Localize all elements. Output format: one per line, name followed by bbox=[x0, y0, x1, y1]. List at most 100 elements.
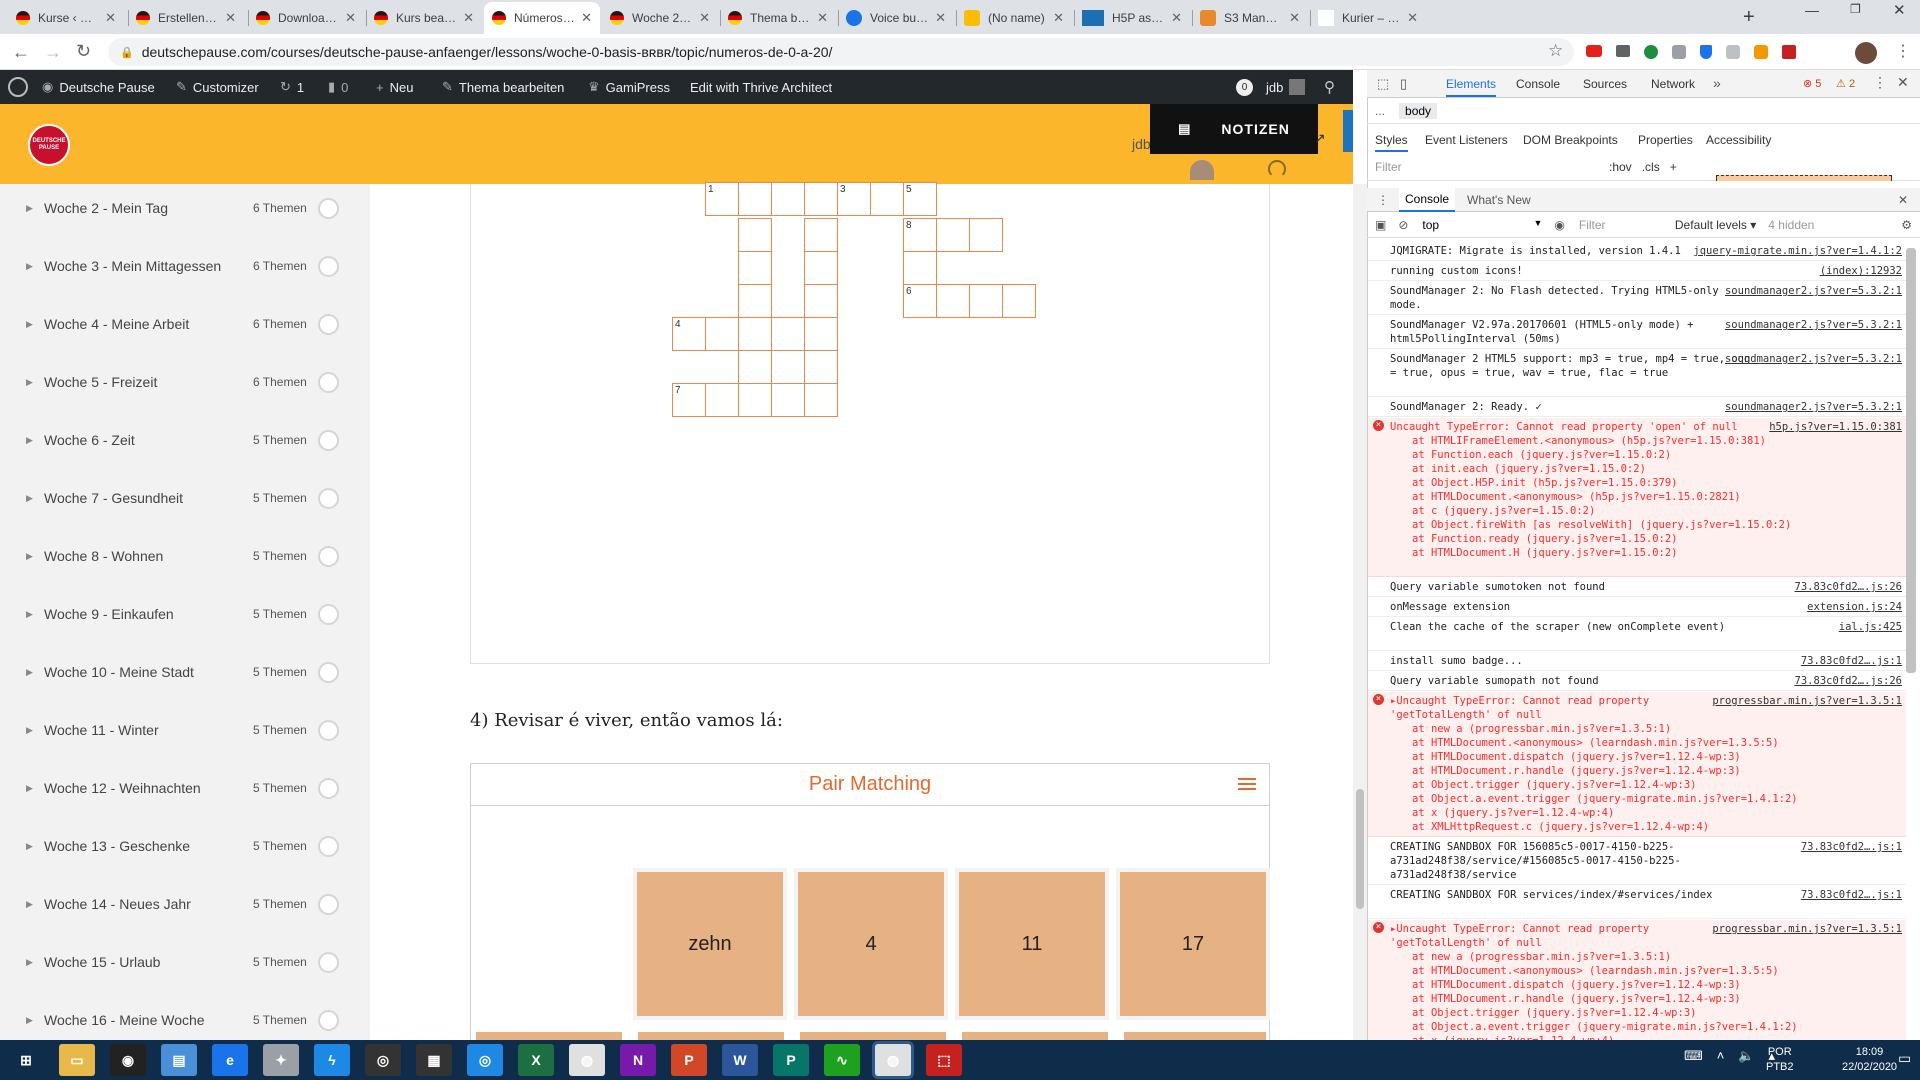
browser-tab[interactable]: Woche 2 – Me ✕ bbox=[602, 2, 718, 34]
page-scrollbar[interactable] bbox=[1353, 184, 1367, 1040]
monitor-ext-icon[interactable] bbox=[1616, 45, 1630, 57]
word-icon[interactable]: W bbox=[722, 1044, 758, 1076]
tab-close-icon[interactable]: ✕ bbox=[105, 10, 116, 26]
log-source-link[interactable]: ial.js:425 bbox=[1833, 620, 1902, 634]
tab-close-icon[interactable]: ✕ bbox=[463, 10, 474, 26]
stack-frame[interactable]: at XMLHttpRequest.c (jquery.js?ver=1.12.… bbox=[1390, 820, 1902, 834]
profile-avatar[interactable] bbox=[1855, 42, 1877, 64]
expand-arrow-icon[interactable]: ▶ bbox=[26, 841, 33, 852]
close-window-button[interactable]: ✕ bbox=[1893, 1, 1906, 19]
expand-arrow-icon[interactable]: ▶ bbox=[26, 319, 33, 330]
match-card[interactable]: 17 bbox=[1120, 872, 1266, 1016]
crossword-cell[interactable] bbox=[738, 251, 772, 285]
forward-icon[interactable]: → bbox=[44, 42, 62, 63]
crossword-cell[interactable] bbox=[738, 218, 772, 252]
expand-arrow-icon[interactable]: ▶ bbox=[26, 957, 33, 968]
log-source-link[interactable]: soundmanager2.js?ver=5.3.2:1 bbox=[1719, 318, 1902, 332]
log-source-link[interactable]: progressbar.min.js?ver=1.3.5:1 bbox=[1706, 922, 1902, 936]
log-source-link[interactable]: 73.83c0fd2….js:1 bbox=[1795, 840, 1902, 854]
tab-close-icon[interactable]: ✕ bbox=[817, 10, 828, 26]
browser-tab[interactable]: Thema bearbe ✕ bbox=[720, 2, 836, 34]
devtools-tab-network[interactable]: Network bbox=[1651, 77, 1695, 91]
console-log-entry[interactable]: Query variable sumotoken not found 73.83c… bbox=[1368, 578, 1906, 597]
stack-frame[interactable]: at HTMLDocument.r.handle (jquery.js?ver=… bbox=[1390, 764, 1902, 778]
crossword-cell[interactable] bbox=[936, 284, 970, 318]
notes-button[interactable]: ▤ NOTIZEN bbox=[1150, 104, 1318, 154]
stack-frame[interactable]: at Object.a.event.trigger (jquery-migrat… bbox=[1390, 792, 1902, 806]
disc-icon[interactable]: ◎ bbox=[467, 1044, 503, 1076]
tab-close-icon[interactable]: ✕ bbox=[1053, 10, 1064, 26]
page-scrollbar-thumb[interactable] bbox=[1356, 789, 1364, 909]
crossword-cell[interactable] bbox=[969, 218, 1003, 252]
browser-tab[interactable]: S3 Manageme ✕ bbox=[1192, 2, 1308, 34]
crossword-cell[interactable] bbox=[804, 284, 838, 318]
tab-close-icon[interactable]: ✕ bbox=[1289, 10, 1300, 26]
drawer-tab-console[interactable]: Console bbox=[1399, 187, 1456, 212]
crossword-cell[interactable] bbox=[738, 383, 772, 417]
windows-icon[interactable]: ⊞ bbox=[8, 1044, 44, 1076]
log-source-link[interactable]: 73.83c0fd2….js:1 bbox=[1795, 888, 1902, 902]
stack-frame[interactable]: at HTMLDocument.<anonymous> (learndash.m… bbox=[1390, 736, 1902, 750]
crossword-cell[interactable]: 7 bbox=[672, 383, 706, 417]
publisher-icon[interactable]: P bbox=[773, 1044, 809, 1076]
inspect-icon[interactable]: ⬚ bbox=[1377, 76, 1389, 92]
expand-arrow-icon[interactable]: ▶ bbox=[26, 261, 33, 272]
stack-frame[interactable]: at HTMLDocument.<anonymous> (h5p.js?ver=… bbox=[1390, 490, 1902, 504]
sidebar-item[interactable]: ▶ Woche 3 - Mein Mittagessen 6 Themen bbox=[0, 237, 370, 295]
chrome-active-icon[interactable]: ◍ bbox=[875, 1044, 911, 1076]
console-settings-icon[interactable]: ⚙ bbox=[1901, 218, 1912, 232]
expand-arrow-icon[interactable]: ▶ bbox=[26, 435, 33, 446]
stack-frame[interactable]: at init.each (jquery.js?ver=1.15.0:2) bbox=[1390, 462, 1902, 476]
wordpress-logo-icon[interactable] bbox=[8, 70, 28, 104]
stack-frame[interactable]: at new a (progressbar.min.js?ver=1.3.5:1… bbox=[1390, 950, 1902, 964]
clear-console-icon[interactable]: ⊘ bbox=[1398, 218, 1408, 232]
media-icon[interactable]: ◉ bbox=[110, 1044, 146, 1076]
crossword-cell[interactable] bbox=[1002, 284, 1036, 318]
error-count[interactable]: ⊗ 5 bbox=[1803, 77, 1821, 90]
browser-tab[interactable]: (No name) ✕ bbox=[956, 2, 1072, 34]
browser-tab[interactable]: Voice buddy ✕ bbox=[838, 2, 954, 34]
stack-frame[interactable]: at HTMLDocument.dispatch (jquery.js?ver=… bbox=[1390, 750, 1902, 764]
edge-icon[interactable]: e bbox=[212, 1044, 248, 1076]
sidebar-item[interactable]: ▶ Woche 5 - Freizeit 6 Themen bbox=[0, 353, 370, 411]
hamburger-menu-icon[interactable] bbox=[1238, 778, 1256, 790]
expand-arrow-icon[interactable]: ▶ bbox=[26, 667, 33, 678]
wp-customizer-link[interactable]: ✎ Customizer bbox=[176, 70, 259, 104]
device-toolbar-icon[interactable]: ▯ bbox=[1400, 76, 1407, 92]
devtools-tab-sources[interactable]: Sources bbox=[1583, 77, 1627, 91]
clock[interactable]: 18:09 22/02/2020 bbox=[1842, 1045, 1897, 1075]
crossword-cell[interactable] bbox=[771, 182, 805, 216]
grey-ext-icon[interactable] bbox=[1672, 45, 1686, 59]
wp-site-link[interactable]: ◉ Deutsche Pause bbox=[42, 70, 155, 104]
console-log-entry[interactable]: Clean the cache of the scraper (new onCo… bbox=[1368, 618, 1906, 651]
expand-arrow-icon[interactable]: ▶ bbox=[26, 551, 33, 562]
devtools-close-icon[interactable]: ✕ bbox=[1897, 74, 1909, 91]
sidebar-toggle-icon[interactable]: ▣ bbox=[1375, 218, 1386, 232]
console-log-entry[interactable]: SoundManager 2 HTML5 support: mp3 = true… bbox=[1368, 350, 1906, 397]
crossword-cell[interactable]: 5 bbox=[903, 182, 937, 216]
bookmark-star-icon[interactable]: ☆ bbox=[1548, 41, 1563, 61]
tab-close-icon[interactable]: ✕ bbox=[699, 10, 710, 26]
devtools-menu-icon[interactable]: ⋮ bbox=[1873, 74, 1887, 91]
stack-frame[interactable]: at HTMLDocument.r.handle (jquery.js?ver=… bbox=[1390, 992, 1902, 1006]
console-log-entry[interactable]: SoundManager 2: Ready. ✓ soundmanager2.js… bbox=[1368, 398, 1906, 417]
console-log-entry[interactable]: CREATING SANDBOX FOR services/index/#ser… bbox=[1368, 886, 1906, 919]
console-log-entry[interactable]: JQMIGRATE: Migrate is installed, version… bbox=[1368, 242, 1906, 261]
expand-arrow-icon[interactable]: ▶ bbox=[26, 609, 33, 620]
breadcrumb-body[interactable]: body bbox=[1399, 102, 1438, 119]
match-card[interactable]: 11 bbox=[959, 872, 1105, 1016]
wp-new-link[interactable]: + Neu bbox=[376, 70, 413, 104]
sidebar-item[interactable]: ▶ Woche 15 - Urlaub 5 Themen bbox=[0, 933, 370, 991]
crossword-cell[interactable] bbox=[705, 383, 739, 417]
external-link-icon[interactable]: ↗ bbox=[1314, 130, 1326, 147]
stack-frame[interactable]: at Object.trigger (jquery.js?ver=1.12.4-… bbox=[1390, 778, 1902, 792]
tab-close-icon[interactable]: ✕ bbox=[345, 10, 356, 26]
styles-filter-input[interactable]: Filter bbox=[1375, 160, 1585, 174]
stack-frame[interactable]: at Function.ready (jquery.js?ver=1.15.0:… bbox=[1390, 532, 1902, 546]
stack-frame[interactable]: at x (jquery.js?ver=1.12.4-wp:4) bbox=[1390, 806, 1902, 820]
chrome-menu-icon[interactable]: ⋮ bbox=[1895, 41, 1911, 61]
wp-comments-link[interactable]: ▮ 0 bbox=[328, 70, 348, 104]
crossword-cell[interactable] bbox=[804, 218, 838, 252]
drawer-menu-icon[interactable]: ⋮ bbox=[1377, 193, 1389, 207]
crossword-cell[interactable] bbox=[969, 284, 1003, 318]
